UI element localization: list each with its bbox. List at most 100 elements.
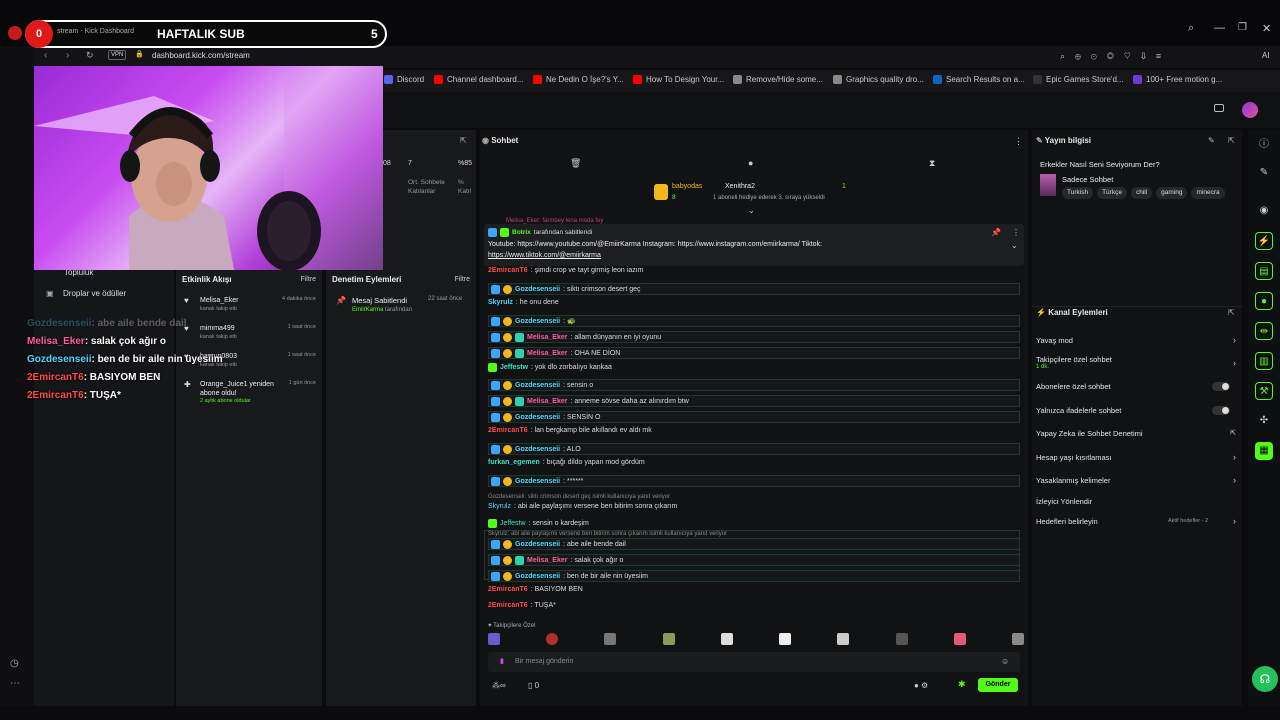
chat-message[interactable]: Gozdesenseii: ****** [488, 475, 1020, 487]
mic-icon[interactable]: ▮ [500, 657, 504, 665]
chat-username[interactable]: 2EmircanT6 [488, 602, 528, 609]
tools-icon[interactable]: ⚒ [1255, 382, 1273, 400]
trash-icon[interactable]: 🗑 [570, 158, 581, 169]
chat-message[interactable]: 2EmircanT6: BASIYOM BEN [488, 586, 583, 593]
chat-message[interactable]: Melisa_Eker: anneme sövse daha az alınır… [488, 395, 1020, 407]
chat-message[interactable]: Jeffestw: sensin o kardeşim [488, 519, 589, 528]
activity-item[interactable]: ✚ Orange_Juice1 yeniden abone oldu! 2 aylı… [176, 380, 322, 408]
channel-action-item[interactable]: Abonelere özel sohbet [1032, 382, 1242, 400]
popout-icon[interactable]: ⇱ [460, 136, 467, 145]
emote-icon[interactable] [546, 633, 559, 645]
emote-icon[interactable] [953, 633, 966, 645]
channel-action-item[interactable]: Hesap yaşı kısıtlaması › [1032, 452, 1242, 471]
chat-username[interactable]: 2EmircanT6 [488, 427, 528, 434]
tag-chip[interactable]: chill [1130, 187, 1153, 199]
gift-user[interactable]: babyodas [672, 183, 702, 190]
tag-chip[interactable]: Türkçe [1097, 187, 1127, 199]
chat-username[interactable]: Gozdesenseii [515, 573, 560, 580]
chat-username[interactable]: Skyrulz [488, 503, 511, 510]
pinned-line-2[interactable]: https://www.tiktok.com/@emiirkarma [488, 252, 601, 259]
channel-action-item[interactable]: Yasaklanmış kelimeler › [1032, 475, 1242, 494]
bookmark-item[interactable]: Remove/Hide some... [733, 75, 823, 84]
chat-menu-icon[interactable]: ⋮ [1014, 136, 1023, 147]
chat-username[interactable]: Gozdesenseii [515, 414, 560, 421]
bookmark-item[interactable]: Search Results on a... [933, 75, 1025, 84]
chevron-right-icon[interactable]: › [1233, 475, 1236, 485]
opera-logo-icon[interactable] [8, 26, 22, 40]
maximize-icon[interactable]: ❐ [1238, 22, 1247, 33]
gift-icon[interactable]: ✱ [958, 679, 966, 690]
back-icon[interactable]: ‹ [44, 50, 47, 61]
toggle-switch[interactable] [1212, 382, 1230, 391]
moderation-filter[interactable]: Filtre [454, 276, 470, 283]
chat-username[interactable]: Gozdesenseii [515, 446, 560, 453]
chevron-down-icon[interactable]: ⌄ [748, 206, 755, 215]
bookmark-item[interactable]: Channel dashboard... [434, 75, 524, 84]
chat-username[interactable]: Jeffestw [500, 364, 528, 371]
pinned-line-1[interactable]: Youtube: https://www.youtube.com/@EmiirK… [488, 241, 822, 248]
bookmark-item[interactable]: 100+ Free motion g... [1133, 75, 1222, 84]
chat-username[interactable]: Gozdesenseii [515, 541, 560, 548]
reload-icon[interactable]: ↻ [86, 50, 94, 61]
popout-icon[interactable]: ⇱ [1228, 308, 1235, 317]
pin-icon[interactable]: 📌 [991, 228, 1001, 237]
layout-icon[interactable]: ▥ [1255, 352, 1273, 370]
chat-message[interactable]: Gozdesenseii: ALO [488, 443, 1020, 455]
support-icon[interactable]: ☊ [1252, 666, 1278, 692]
chat-message[interactable]: Gozdesenseii: SENSİN O [488, 411, 1020, 423]
chat-username[interactable]: Melisa_Eker [527, 398, 567, 405]
chat-username[interactable]: Jeffestw [500, 520, 526, 527]
timer-icon[interactable]: ⧗ [929, 158, 935, 169]
pinned-by[interactable]: Botrix [512, 229, 531, 236]
chat-input[interactable]: ▮ Bir mesaj gönderin ☺ [488, 652, 1020, 672]
info-icon[interactable]: ⓘ [1255, 136, 1273, 154]
toggle-switch[interactable] [1212, 406, 1230, 415]
chat-username[interactable]: Gozdesenseii [515, 382, 560, 389]
chat-message[interactable]: Gozdesenseii: sensin o [488, 379, 1020, 391]
emote-icon[interactable] [720, 633, 733, 645]
chat-username[interactable]: Melisa_Eker [527, 350, 567, 357]
forward-icon[interactable]: › [66, 50, 69, 61]
document-icon[interactable]: ▤ [1255, 262, 1273, 280]
channel-action-item[interactable]: İzleyici Yönlendir [1032, 497, 1242, 515]
chat-username[interactable]: Gozdesenseii [515, 286, 560, 293]
chevron-right-icon[interactable]: › [1233, 335, 1236, 345]
emote-icon[interactable] [895, 633, 908, 645]
chat-username[interactable]: Gozdesenseii [515, 318, 560, 325]
pencil-icon[interactable]: ✎ [1255, 164, 1273, 182]
chat-username[interactable]: Melisa_Eker [527, 557, 567, 564]
chat-username[interactable]: Skyrulz [488, 299, 513, 306]
vpn-badge[interactable]: VPN [108, 50, 127, 60]
chat-message[interactable]: Skyrulz: he onu dene [488, 299, 559, 306]
channel-action-item[interactable]: Yapay Zeka ile Sohbet Denetimi ⇱ [1032, 429, 1242, 447]
tag-chip[interactable]: minecra [1191, 187, 1225, 199]
bookmark-item[interactable]: Graphics quality dro... [833, 75, 924, 84]
channel-action-item[interactable]: Yalnızca ifadelerle sohbet [1032, 406, 1242, 424]
chat-message[interactable]: 2EmircanT6: TUŞA* [488, 602, 556, 609]
bookmark-item[interactable]: Ne Dedin O İşe?'s Y... [533, 75, 624, 84]
chat-footer-icons[interactable]: ● ⚙ [914, 681, 928, 690]
toolbar-icons[interactable]: ⌕⊕⊙◎♡⇩≡ [1060, 51, 1171, 62]
bookmark-item[interactable]: How To Design Your... [633, 75, 724, 84]
chevron-right-icon[interactable]: › [1233, 452, 1236, 462]
chat-message[interactable]: 2EmircanT6: şimdi crop ve tayt girmiş le… [488, 267, 644, 274]
chat-message[interactable]: Melisa_Eker: OHA NE DİON [488, 347, 1020, 359]
chat-message[interactable]: Gozdesenseii: siktı crimson desert geç [488, 283, 1020, 295]
emote-icon[interactable] [779, 633, 792, 645]
address-bar[interactable]: dashboard.kick.com/stream [152, 51, 250, 60]
chat-message[interactable]: Gozdesenseii: 🐢 [488, 315, 1020, 327]
ai-button[interactable]: AI [1262, 51, 1270, 60]
popout-icon[interactable]: ⇱ [1228, 136, 1235, 145]
bookmark-item[interactable]: Epic Games Store'd... [1033, 75, 1124, 84]
emote-icon[interactable] [604, 633, 617, 645]
chat-bubble-icon[interactable]: ● [748, 158, 753, 168]
gift-target[interactable]: Xenithra2 [725, 183, 755, 190]
puzzle-icon[interactable]: ✣ [1255, 412, 1273, 430]
tab-title[interactable]: stream - Kick Dashboard [57, 28, 134, 35]
more-icon[interactable]: ⋯ [10, 678, 20, 689]
nav-item-drops[interactable]: Droplar ve ödüller [63, 289, 126, 298]
split-icon[interactable]: ⇹ [1255, 322, 1273, 340]
channel-action-item[interactable]: Yavaş mod › [1032, 335, 1242, 354]
chat-message[interactable]: Gozdesenseii: ben de bir aile nin üyesii… [488, 570, 1020, 582]
tag-chip[interactable]: gaming [1156, 187, 1188, 199]
